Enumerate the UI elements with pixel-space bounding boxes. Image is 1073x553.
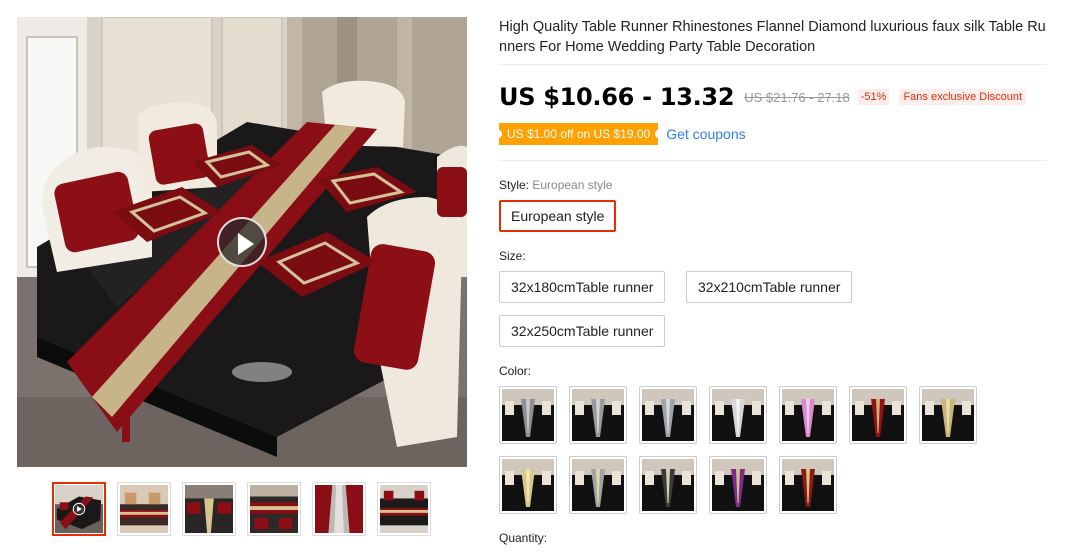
color-swatch-11[interactable]	[709, 456, 767, 514]
color-swatch-2[interactable]	[569, 386, 627, 444]
color-swatch-1[interactable]	[499, 386, 557, 444]
color-swatch-2-image	[572, 389, 624, 441]
main-product-image[interactable]	[17, 17, 467, 467]
color-swatch-7[interactable]	[919, 386, 977, 444]
color-swatch-8-image	[502, 459, 554, 511]
thumbnail-3-image	[185, 485, 233, 533]
color-swatch-7-image	[922, 389, 974, 441]
play-icon	[238, 233, 254, 255]
divider	[499, 64, 1047, 65]
color-swatch-9[interactable]	[569, 456, 627, 514]
quantity-label: Quantity:	[499, 531, 548, 545]
thumbnail-2[interactable]	[117, 482, 171, 536]
color-swatch-10[interactable]	[639, 456, 697, 514]
divider	[499, 160, 1047, 161]
color-swatch-6-image	[852, 389, 904, 441]
color-swatch-1-image	[502, 389, 554, 441]
color-swatch-11-image	[712, 459, 764, 511]
video-play-button[interactable]	[217, 217, 267, 267]
get-coupons-link[interactable]: Get coupons	[666, 126, 745, 142]
thumbnail-strip	[52, 482, 442, 536]
color-label: Color:	[499, 364, 532, 378]
style-label: Style:	[499, 178, 530, 192]
original-price: US $21.76 - 27.18	[744, 89, 850, 105]
color-swatch-12-image	[782, 459, 834, 511]
color-swatch-5[interactable]	[779, 386, 837, 444]
color-swatch-9-image	[572, 459, 624, 511]
color-swatch-10-image	[642, 459, 694, 511]
thumbnail-5[interactable]	[312, 482, 366, 536]
color-swatch-12[interactable]	[779, 456, 837, 514]
color-swatch-5-image	[782, 389, 834, 441]
size-option-210[interactable]: 32x210cmTable runner	[686, 271, 853, 303]
thumbnail-4[interactable]	[247, 482, 301, 536]
current-price: US $10.66 - 13.32	[499, 83, 735, 111]
color-swatch-3[interactable]	[639, 386, 697, 444]
thumbnail-5-image	[315, 485, 363, 533]
coupon-tag: US $1.00 off on US $19.00	[495, 123, 662, 145]
size-label: Size:	[499, 249, 526, 263]
color-swatch-4-image	[712, 389, 764, 441]
thumbnail-6-image	[380, 485, 428, 533]
thumbnail-3[interactable]	[182, 482, 236, 536]
price-row: US $10.66 - 13.32 US $21.76 - 27.18 -51%…	[499, 82, 1027, 112]
color-swatch-8[interactable]	[499, 456, 557, 514]
thumbnail-1-image	[55, 485, 103, 533]
color-swatch-6[interactable]	[849, 386, 907, 444]
product-title: High Quality Table Runner Rhinestones Fl…	[499, 19, 1046, 55]
thumbnail-4-image	[250, 485, 298, 533]
size-option-180[interactable]: 32x180cmTable runner	[499, 271, 666, 303]
style-selected-value: European style	[532, 178, 613, 192]
thumbnail-1[interactable]	[52, 482, 106, 536]
discount-badge: -51%	[857, 89, 890, 105]
style-label-row: Style: European style	[499, 178, 612, 192]
size-option-250[interactable]: 32x250cmTable runner	[499, 315, 666, 347]
thumbnail-6[interactable]	[377, 482, 431, 536]
thumbnail-2-image	[120, 485, 168, 533]
fans-discount-badge: Fans exclusive Discount	[899, 89, 1027, 105]
color-swatch-4[interactable]	[709, 386, 767, 444]
coupon-row: US $1.00 off on US $19.00 Get coupons	[495, 123, 746, 145]
style-option-european[interactable]: European style	[499, 200, 617, 232]
color-swatch-3-image	[642, 389, 694, 441]
